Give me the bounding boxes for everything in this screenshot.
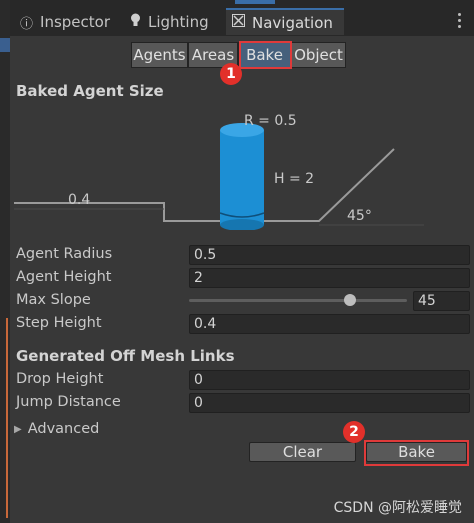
nav-tab-object-label: Object [294,46,343,64]
radius-text: R = 0.5 [244,113,297,129]
nav-tab-areas-label: Areas [191,46,235,64]
step-height-field[interactable]: 0.4 [189,314,470,334]
tab-inspector-label: Inspector [40,13,110,31]
step-text: 0.4 [68,192,91,208]
watermark: CSDN @阿松爱睡觉 [333,500,462,516]
step-height-label: Step Height [16,315,102,331]
lightbulb-icon [130,13,141,31]
off-mesh-links-title: Generated Off Mesh Links [16,347,235,365]
left-panel-edge [0,0,10,523]
agent-radius-label: Agent Radius [16,246,113,262]
advanced-label: Advanced [27,421,100,437]
triangle-right-icon: ▶ [14,423,22,435]
info-icon: ⓘ [20,16,34,32]
tab-navigation-label: Navigation [252,13,333,32]
height-text: H = 2 [274,171,315,187]
annotation-box-2 [364,440,469,466]
baked-agent-size-title: Baked Agent Size [16,82,164,100]
drop-height-field[interactable]: 0 [189,370,470,390]
max-slope-slider-thumb[interactable] [344,294,356,306]
drop-height-label: Drop Height [16,371,104,387]
max-slope-label: Max Slope [16,292,91,308]
nav-tab-agents[interactable]: Agents [131,42,188,68]
navigation-icon [232,14,245,31]
jump-distance-label: Jump Distance [16,394,121,410]
highlight-edge [6,318,12,518]
advanced-foldout[interactable]: ▶ Advanced [14,421,99,437]
max-slope-field[interactable]: 45 [413,291,470,311]
annotation-badge-1: 1 [220,63,242,85]
tab-navigation[interactable]: Navigation [226,8,344,35]
tab-lighting[interactable]: Lighting [130,8,220,36]
selection-marker [0,38,10,52]
agent-height-label: Agent Height [16,269,112,285]
tab-accent-line [235,0,275,4]
nav-tab-object[interactable]: Object [291,42,346,68]
agent-height-field[interactable]: 2 [189,268,470,288]
nav-tab-agents-label: Agents [133,46,186,64]
slope-text: 45° [347,208,372,224]
jump-distance-field[interactable]: 0 [189,393,470,413]
annotation-badge-2: 2 [343,421,365,443]
annotation-box-1 [239,41,292,69]
more-options-icon[interactable] [450,10,468,30]
agent-radius-field[interactable]: 0.5 [189,245,470,265]
tab-inspector[interactable]: ⓘ Inspector [20,8,120,36]
max-slope-slider-track[interactable] [189,299,407,302]
tab-lighting-label: Lighting [148,13,209,31]
clear-button-label: Clear [282,443,323,461]
clear-button[interactable]: Clear [249,442,356,462]
